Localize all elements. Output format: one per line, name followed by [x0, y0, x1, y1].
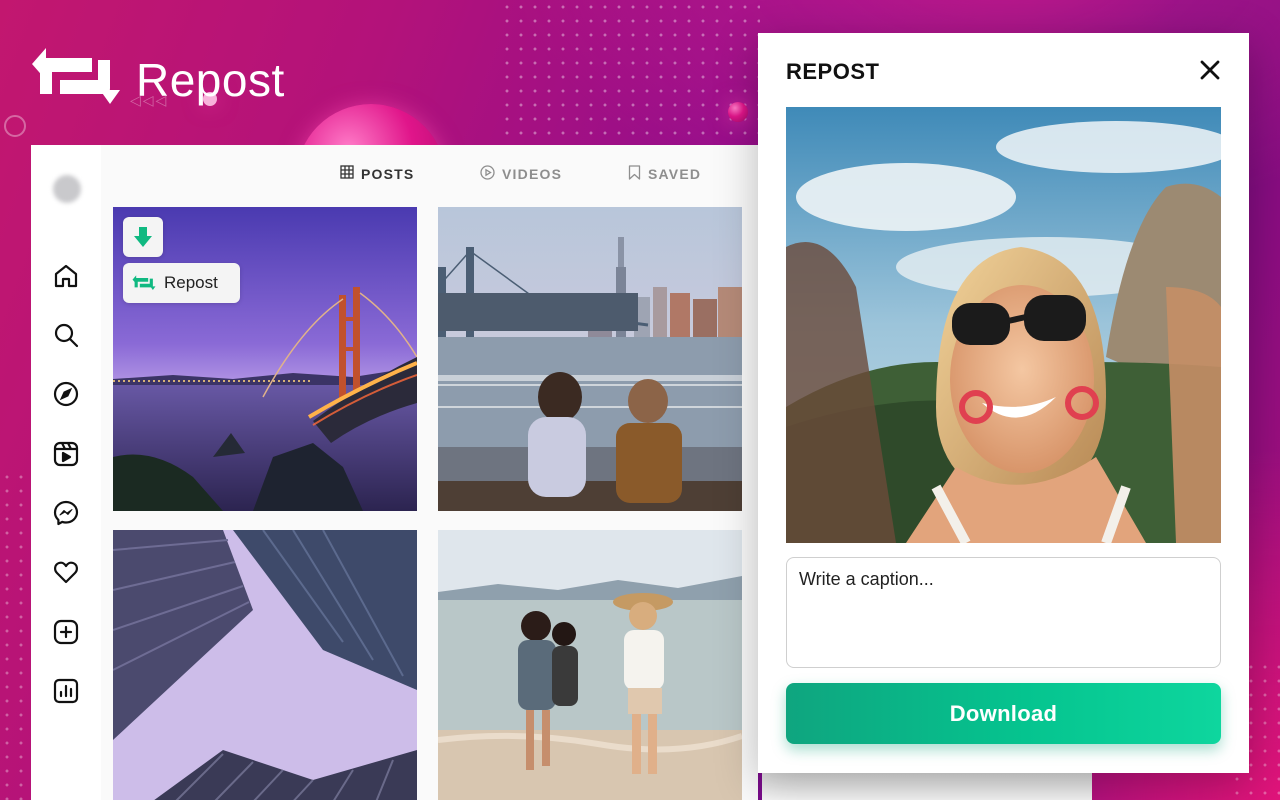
repost-logo-icon: [30, 42, 122, 117]
decorative-dots: [0, 470, 32, 800]
reels-icon[interactable]: [53, 441, 79, 467]
search-icon[interactable]: [53, 322, 79, 348]
profile-feed-panel: POSTS VIDEOS SAVED Repost: [31, 145, 758, 800]
tab-saved-label: SAVED: [648, 166, 702, 182]
sidebar: [31, 145, 101, 800]
home-icon[interactable]: [53, 263, 79, 289]
tab-posts-label: POSTS: [361, 165, 415, 182]
download-button[interactable]: Download: [786, 683, 1221, 744]
post-thumbnail-partial: [762, 773, 1092, 800]
tab-videos-label: VIDEOS: [502, 166, 563, 182]
heart-icon[interactable]: [53, 559, 79, 585]
play-circle-icon: [480, 165, 495, 183]
tab-posts[interactable]: POSTS: [340, 165, 414, 182]
download-post-button[interactable]: [123, 217, 163, 257]
decorative-ring: [4, 115, 26, 137]
insights-icon[interactable]: [53, 678, 79, 704]
tab-saved[interactable]: SAVED: [628, 165, 701, 183]
brand-logo: Repost: [30, 42, 285, 117]
repost-button[interactable]: Repost: [123, 263, 240, 303]
post-thumbnail[interactable]: Repost: [113, 207, 417, 511]
brand-title: Repost: [136, 53, 285, 106]
bookmark-icon: [628, 165, 641, 183]
post-thumbnail[interactable]: [438, 207, 742, 511]
create-icon[interactable]: [53, 619, 79, 645]
close-icon[interactable]: [1197, 57, 1223, 83]
messenger-icon[interactable]: [53, 500, 79, 526]
repost-modal: REPOST Write a caption... Download: [758, 33, 1249, 773]
caption-input[interactable]: [786, 557, 1221, 668]
compass-icon[interactable]: [53, 381, 79, 407]
grid-icon: [340, 165, 354, 182]
profile-tabs: POSTS VIDEOS SAVED: [31, 165, 758, 185]
repost-icon: [132, 273, 156, 293]
arrow-down-icon: [132, 225, 154, 249]
post-thumbnail[interactable]: [113, 530, 417, 800]
post-thumbnail[interactable]: [438, 530, 742, 800]
decorative-dots: [500, 0, 760, 150]
decorative-bubble: [728, 102, 748, 122]
repost-label: Repost: [164, 273, 218, 292]
post-preview-image: [786, 107, 1221, 543]
tab-videos[interactable]: VIDEOS: [480, 165, 562, 183]
modal-title: REPOST: [786, 59, 880, 84]
